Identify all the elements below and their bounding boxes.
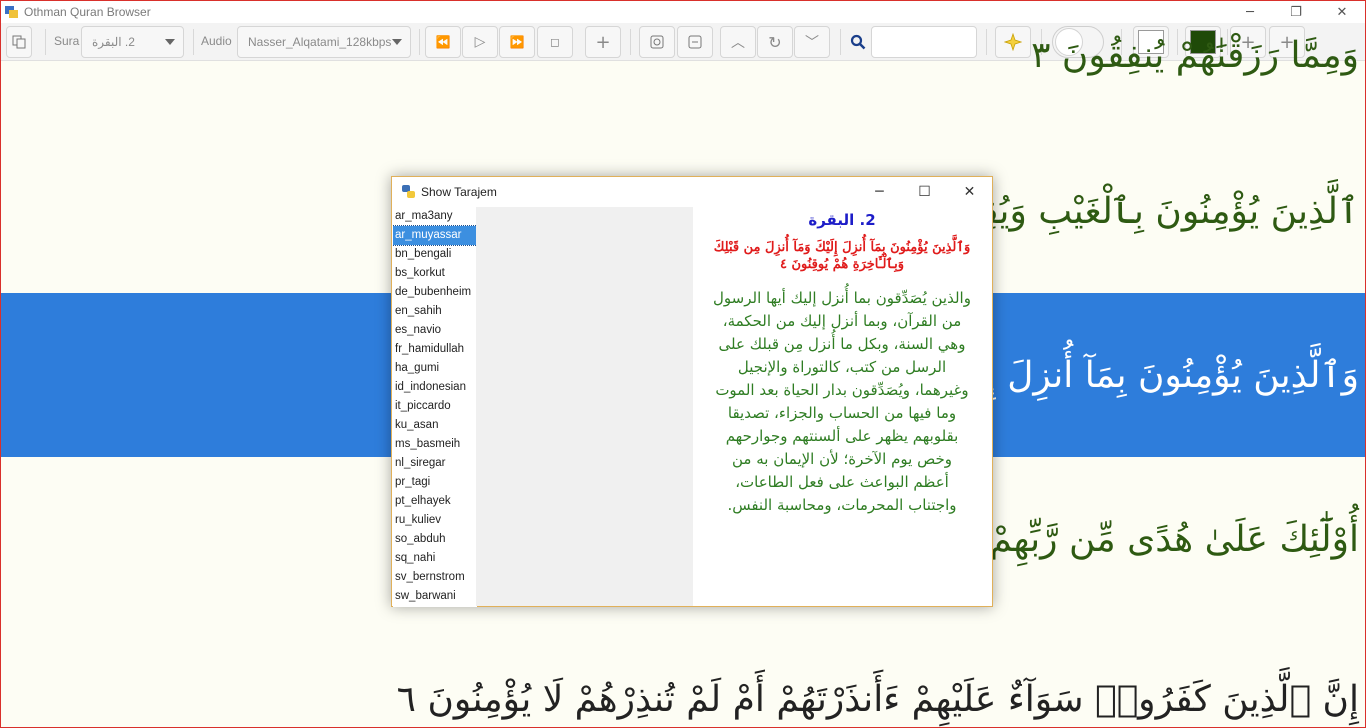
add-button[interactable]: + — [585, 26, 621, 58]
chevron-down-icon: ﹀ — [805, 35, 819, 51]
app-logo-icon — [5, 6, 18, 18]
window-title: Othman Quran Browser — [24, 5, 151, 19]
toolbar-separator — [45, 29, 46, 55]
translation-list-item[interactable]: sw_barwani — [393, 587, 477, 606]
chevron-down-icon — [165, 39, 175, 45]
fit-page-button[interactable] — [639, 26, 675, 58]
highlight-button[interactable] — [995, 26, 1031, 58]
verse-line[interactable]: أُوْلَٰٓئِكَ عَلَىٰ هُدًى مِّن رَّبِّهِم… — [933, 519, 1359, 560]
stop-button[interactable]: ◻ — [537, 26, 573, 58]
translation-list-item[interactable]: sv_bernstrom — [393, 568, 477, 587]
translation-list-item[interactable]: bn_bengali — [393, 245, 477, 264]
translation-list-item[interactable]: ku_asan — [393, 416, 477, 435]
dialog-close-button[interactable]: ✕ — [947, 177, 992, 207]
title-bar: Othman Quran Browser ─ ❐ ✕ — [1, 1, 1365, 23]
dialog-title-bar: Show Tarajem ─ ☐ ✕ — [392, 177, 992, 207]
stop-icon: ◻ — [550, 35, 560, 49]
sparkle-icon — [1004, 33, 1022, 51]
sura-select-value: 2. البقرة — [92, 35, 135, 49]
translation-list-item[interactable]: pr_tagi — [393, 473, 477, 492]
sura-heading: 2. البقرة — [808, 211, 876, 229]
chevron-up-icon: ︿ — [731, 35, 745, 51]
audio-select-value: Nasser_Alqatami_128kbps — [248, 35, 392, 49]
repeat-icon: ↻ — [768, 32, 782, 52]
translation-list-item[interactable]: fr_hamidullah — [393, 340, 477, 359]
translation-list-item[interactable]: ru_kuliev — [393, 511, 477, 530]
audio-select[interactable]: Nasser_Alqatami_128kbps — [237, 26, 411, 58]
fit-width-button[interactable] — [677, 26, 713, 58]
translation-list-item[interactable]: bs_korkut — [393, 264, 477, 283]
next-button[interactable]: ﹀ — [794, 26, 830, 58]
copy-icon — [12, 35, 26, 49]
rewind-icon: ⏪ — [435, 35, 451, 49]
forward-button[interactable]: ⏩ — [499, 26, 535, 58]
dialog-title: Show Tarajem — [421, 185, 497, 199]
dialog-minimize-button[interactable]: ─ — [857, 177, 902, 207]
rewind-button[interactable]: ⏪ — [425, 26, 461, 58]
copy-window-button[interactable] — [6, 26, 32, 58]
search-icon — [850, 34, 866, 50]
toolbar-separator — [840, 29, 841, 55]
verse-line[interactable]: إِنَّ ٱلَّذِينَ كَفَرُوا۟ سَوَآءٌ عَلَيْ… — [397, 679, 1359, 720]
translation-list-item[interactable]: en_sahih — [393, 302, 477, 321]
translation-text: والذين يُصَدِّقون بما أُنزل إليك أيها ال… — [713, 289, 971, 514]
repeat-button[interactable]: ↻ — [757, 26, 793, 58]
minimize-button[interactable]: ─ — [1227, 1, 1273, 23]
translation-list-item[interactable]: ar_muyassar — [393, 225, 477, 246]
translation-list-item[interactable]: es_navio — [393, 321, 477, 340]
translation-list-item[interactable]: ms_basmeih — [393, 435, 477, 454]
translation-list-item[interactable]: it_piccardo — [393, 397, 477, 416]
translation-list-item[interactable]: pt_elhayek — [393, 492, 477, 511]
forward-icon: ⏩ — [509, 35, 525, 49]
tarajem-dialog: Show Tarajem ─ ☐ ✕ ar_ma3any ar_muyassar b… — [391, 176, 993, 607]
translation-list-item[interactable]: sq_nahi — [393, 549, 477, 568]
translation-list-item[interactable]: ha_gumi — [393, 359, 477, 378]
audio-label: Audio — [201, 34, 232, 48]
translation-list-item[interactable]: id_indonesian — [393, 378, 477, 397]
play-button[interactable]: ▷ — [462, 26, 498, 58]
plus-icon: + — [595, 31, 611, 53]
dialog-maximize-button[interactable]: ☐ — [902, 177, 947, 207]
chevron-down-icon — [392, 39, 402, 45]
sura-label: Sura — [54, 34, 80, 48]
previous-button[interactable]: ︿ — [720, 26, 756, 58]
search-input[interactable] — [871, 26, 977, 58]
fit-width-icon — [688, 35, 702, 49]
toolbar-separator — [419, 29, 420, 55]
translation-list-item[interactable]: ar_ma3any — [393, 207, 477, 226]
python-logo-icon — [402, 185, 415, 198]
translation-panel: 2. البقرة وَٱلَّذِينَ يُؤْمِنُونَ بِمَآ … — [693, 207, 991, 606]
toolbar-separator — [986, 29, 987, 55]
fit-page-icon — [650, 35, 664, 49]
play-icon: ▷ — [474, 34, 486, 50]
toolbar-separator — [630, 29, 631, 55]
restore-button[interactable]: ❐ — [1273, 1, 1319, 23]
translation-list-item[interactable]: nl_siregar — [393, 454, 477, 473]
close-button[interactable]: ✕ — [1319, 1, 1365, 23]
main-window: Othman Quran Browser ─ ❐ ✕ Sura 2. البقر… — [0, 0, 1366, 728]
list-empty-area — [476, 207, 693, 606]
translation-list[interactable]: ar_ma3any ar_muyassar bn_bengali bs_korkut d… — [393, 207, 477, 607]
ayah-text: وَٱلَّذِينَ يُؤْمِنُونَ بِمَآ أُنزِلَ إِ… — [713, 240, 971, 272]
translation-list-item[interactable]: de_bubenheim — [393, 283, 477, 302]
toolbar-separator — [193, 29, 194, 55]
translation-list-item[interactable]: so_abduh — [393, 530, 477, 549]
sura-select[interactable]: 2. البقرة — [81, 26, 184, 58]
verse-line[interactable]: وَمِمَّا رَزَقْنَٰهُمْ يُنفِقُونَ ٣ — [1031, 35, 1359, 76]
